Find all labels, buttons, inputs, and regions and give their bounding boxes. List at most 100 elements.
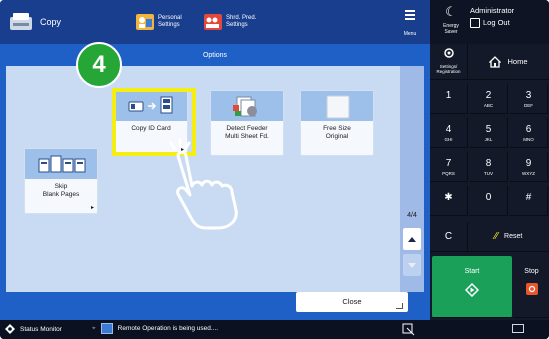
detect-feeder-icon — [211, 91, 283, 121]
key-3-sub: DEF — [524, 103, 533, 108]
settings-label-2: Registration — [436, 69, 461, 74]
key-9[interactable]: 9 WXYZ — [510, 152, 548, 182]
copy-app-button[interactable]: Copy — [8, 8, 61, 36]
personal-settings-label-1: Personal — [158, 15, 182, 21]
skip-label-1: Skip — [54, 183, 68, 190]
status-monitor-button[interactable]: Status Monitor — [4, 323, 62, 335]
home-button[interactable]: Home — [468, 44, 549, 80]
page-indicator: 4/4 — [407, 212, 417, 219]
arrow-down-icon — [408, 262, 416, 268]
settings-icon — [443, 48, 454, 58]
notification-icon[interactable] — [402, 323, 415, 336]
menu-button[interactable]: Menu — [398, 6, 422, 38]
key-asterisk[interactable]: ✱ — [430, 186, 468, 216]
reset-button[interactable]: ⁄⁄ Reset — [468, 222, 549, 252]
scroll-column: 4/4 — [400, 66, 424, 292]
key-2-num: 2 — [485, 90, 492, 101]
personal-settings-button[interactable]: Personal Settings — [136, 10, 182, 34]
key-7-sub: PQRS — [442, 171, 455, 176]
key-8[interactable]: 8 TUV — [470, 152, 508, 182]
stop-button[interactable]: Stop — [514, 256, 549, 318]
status-bar: Status Monitor ⌖ Remote Operation is bei… — [0, 320, 549, 339]
energy-saver-label: Energy Saver — [443, 23, 459, 35]
shared-settings-label-2: Settings — [226, 22, 248, 28]
clear-button[interactable]: C — [430, 222, 468, 252]
logout-button[interactable]: Log Out — [470, 17, 548, 29]
moon-icon: ☾ — [445, 4, 457, 19]
key-1-num: 1 — [445, 90, 452, 101]
status-message: Remote Operation is being used.... — [117, 325, 219, 332]
settings-registration-button[interactable]: Settings/ Registration — [430, 44, 468, 80]
free-size-label-1: Free Size — [323, 125, 351, 132]
key-4-num: 4 — [445, 124, 452, 135]
keyboard-icon[interactable] — [512, 324, 524, 333]
close-button[interactable]: Close — [296, 292, 408, 312]
key-6-num: 6 — [525, 124, 532, 135]
logout-icon — [470, 18, 480, 28]
key-0[interactable]: 0 — [470, 186, 508, 216]
status-message-area: ⌖ Remote Operation is being used.... — [92, 323, 218, 334]
energy-saver-button[interactable]: ☾ Energy Saver — [436, 4, 466, 40]
start-label: Start — [464, 268, 480, 275]
home-label: Home — [507, 57, 528, 66]
key-5[interactable]: 5 JKL — [470, 118, 508, 148]
start-diamond-icon — [464, 282, 480, 298]
shared-settings-button[interactable]: Shrd. Pred. Settings — [204, 10, 256, 34]
copy-icon — [8, 11, 34, 33]
skip-blank-pages-button[interactable]: Skip Blank Pages ▸ — [24, 148, 98, 214]
key-9-sub: WXYZ — [522, 171, 535, 176]
shared-settings-icon — [204, 14, 222, 30]
free-size-label-2: Original — [325, 132, 349, 140]
free-size-original-icon — [301, 91, 373, 121]
key-9-num: 9 — [525, 158, 532, 169]
key-asterisk-num: ✱ — [444, 192, 453, 203]
key-3[interactable]: 3 DEF — [510, 84, 548, 114]
menu-label: Menu — [403, 31, 417, 37]
app-title: Copy — [40, 17, 62, 27]
start-button[interactable]: Start — [432, 256, 512, 318]
free-size-original-button[interactable]: Free Size Original — [300, 90, 374, 156]
skip-label-2: Blank Pages — [42, 190, 80, 198]
step-number-badge: 4 — [76, 42, 122, 88]
scroll-down-button[interactable] — [403, 254, 421, 276]
key-2[interactable]: 2 ABC — [470, 84, 508, 114]
remote-operation-icon — [100, 323, 113, 334]
top-bar: Copy Personal Settings Shrd. Pred. Setti… — [0, 0, 430, 44]
tap-hand-icon — [169, 138, 238, 230]
reset-icon: ⁄⁄ — [494, 231, 499, 242]
arrow-up-icon — [408, 236, 416, 242]
top-right-area: ☾ Energy Saver Administrator Log Out — [430, 0, 549, 44]
logout-label: Log Out — [483, 18, 510, 27]
key-0-num: 0 — [485, 192, 492, 203]
home-icon — [489, 55, 502, 68]
key-hash-num: # — [525, 192, 532, 203]
key-8-sub: TUV — [484, 171, 493, 176]
detect-feeder-label-1: Detect Feeder — [226, 125, 268, 132]
stop-label: Stop — [524, 268, 539, 275]
numeric-keypad: Settings/ Registration Home 1 2 ABC 3 DEF … — [430, 44, 549, 320]
key-8-num: 8 — [485, 158, 492, 169]
close-label: Close — [342, 297, 362, 306]
options-title: Options — [202, 52, 228, 59]
shared-settings-label-1: Shrd. Pred. — [226, 15, 257, 21]
key-7[interactable]: 7 PQRS — [430, 152, 468, 182]
user-area: Administrator Log Out — [470, 5, 548, 29]
key-6[interactable]: 6 MNO — [510, 118, 548, 148]
close-corner-icon — [396, 303, 403, 309]
menu-icon — [405, 10, 415, 20]
expand-arrow-icon: ▸ — [90, 205, 94, 211]
free-size-original-label: Free Size Original — [301, 125, 373, 140]
status-monitor-icon — [5, 324, 15, 334]
key-4[interactable]: 4 GHI — [430, 118, 468, 148]
key-4-sub: GHI — [444, 137, 453, 142]
key-3-num: 3 — [525, 90, 532, 101]
user-name: Administrator — [470, 6, 515, 15]
scroll-up-button[interactable] — [403, 228, 421, 250]
key-1[interactable]: 1 — [430, 84, 468, 114]
copier-touch-screen: Copy Personal Settings Shrd. Pred. Setti… — [0, 0, 549, 339]
status-monitor-label: Status Monitor — [20, 325, 62, 333]
key-hash[interactable]: # — [510, 186, 548, 216]
key-6-sub: MNO — [523, 137, 534, 142]
clear-label: C — [444, 231, 453, 242]
reset-label: Reset — [504, 233, 523, 240]
